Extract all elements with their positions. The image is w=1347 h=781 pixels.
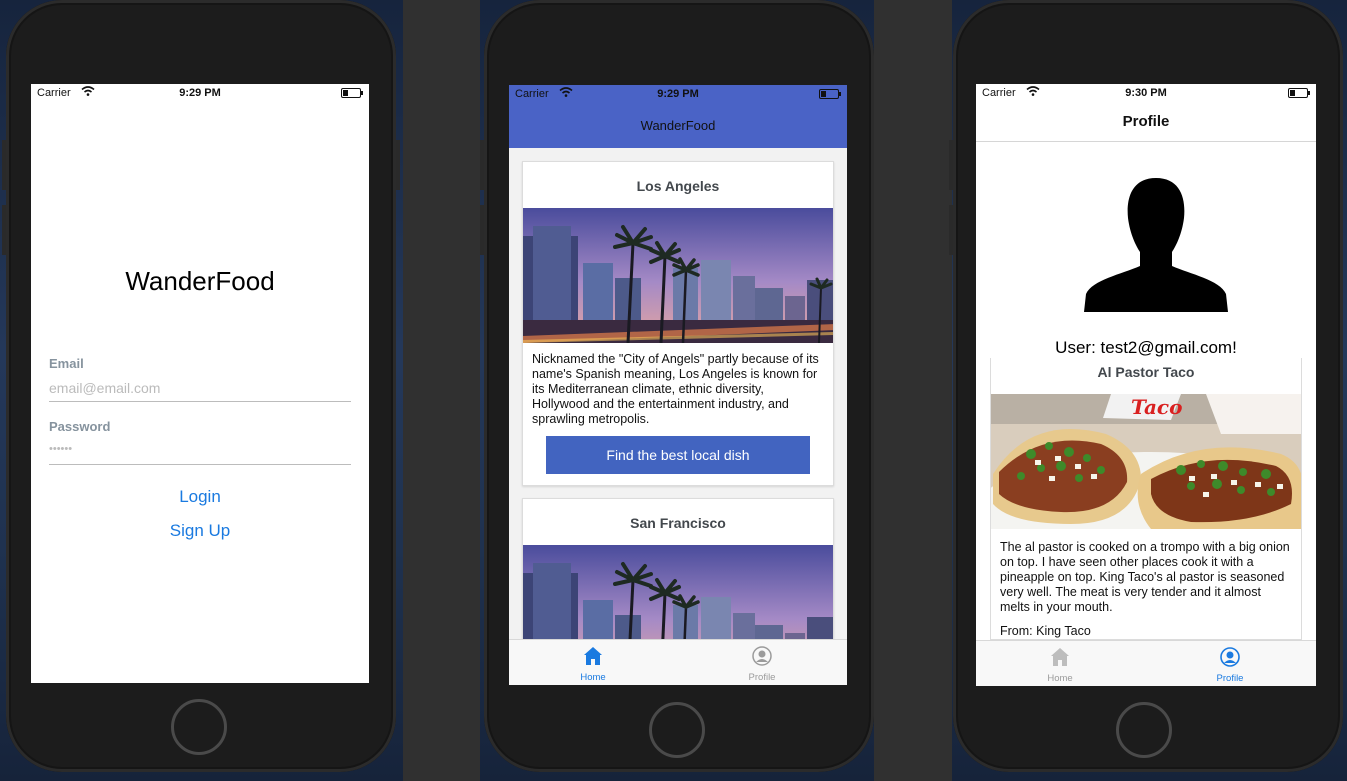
status-time: 9:30 PM [1125,87,1167,99]
card-description: Nicknamed the "City of Angels" partly be… [532,352,819,426]
volume-button [2,205,6,255]
battery-icon [1288,88,1310,98]
login-screen: Carrier 9:29 PM WanderFood Email email@e… [31,84,369,683]
card-title: San Francisco [630,515,726,531]
simulator-gap-right [874,0,952,781]
tab-label: Profile [1216,673,1244,684]
password-field[interactable]: •••••• [49,437,351,465]
email-field[interactable]: email@email.com [49,374,351,402]
status-time: 9:29 PM [657,88,699,100]
dish-description: The al pastor is cooked on a trompo with… [1000,540,1290,614]
card-title: Los Angeles [636,178,720,194]
app-title: WanderFood [125,266,275,296]
home-icon [584,647,602,665]
profile-screen: Carrier 9:30 PM Profile User: test2@gmai… [976,84,1316,686]
volume-button [949,140,953,190]
sign-text: Taco [1131,395,1182,419]
battery-icon [341,88,363,98]
tab-label: Home [580,672,606,683]
find-local-dish-button[interactable]: Find the best local dish [546,436,810,474]
tab-home[interactable]: Home [1010,641,1110,686]
phone-home: Carrier 9:29 PM WanderFood Los Angeles N… [480,0,874,772]
tab-home[interactable]: Home [543,640,643,685]
profile-header: Carrier 9:30 PM Profile [976,84,1316,142]
dish-source: From: King Taco [1000,624,1091,638]
tab-bar: Home Profile [976,640,1316,686]
sign-up-button[interactable]: Sign Up [31,521,369,541]
tab-label: Home [1047,673,1073,684]
page-title: Profile [1122,113,1170,130]
tab-label: Profile [748,672,776,683]
volume-button [2,140,6,190]
volume-button [949,205,953,255]
navigation-bar: Carrier 9:29 PM WanderFood [509,85,847,148]
profile-icon [1220,647,1240,667]
city-skyline-image [523,208,833,343]
tab-profile[interactable]: Profile [1180,641,1280,686]
taco-image: Taco [991,394,1301,529]
nav-title: WanderFood [640,118,716,133]
battery-icon [819,89,841,99]
hardware-home-button[interactable] [171,699,227,755]
status-bar: Carrier 9:29 PM [31,84,369,102]
status-time: 9:29 PM [179,87,221,99]
user-email-line: User: test2@gmail.com! [1055,338,1237,357]
home-icon [1051,648,1069,666]
volume-button [480,140,484,190]
dish-card: Al Pastor Taco Taco The al pastor is coo… [990,358,1302,640]
power-button [396,140,400,190]
phone-login: Carrier 9:29 PM WanderFood Email email@e… [2,0,400,772]
dish-title: Al Pastor Taco [1097,364,1195,380]
login-button[interactable]: Login [31,487,369,507]
password-label: Password [49,419,111,434]
simulator-gap-left [403,0,480,781]
city-card: Los Angeles Nicknamed the "City of Angel… [522,161,834,486]
hardware-home-button[interactable] [1116,702,1172,758]
status-bar: Carrier 9:30 PM [976,84,1316,102]
tab-profile[interactable]: Profile [712,640,812,685]
profile-icon [752,646,772,666]
tab-bar: Home Profile [509,639,847,685]
avatar [1084,178,1228,312]
volume-button [480,205,484,255]
home-screen: Carrier 9:29 PM WanderFood Los Angeles N… [509,85,847,685]
email-label: Email [49,356,84,371]
city-card: San Francisco [522,498,834,659]
hardware-home-button[interactable] [649,702,705,758]
phone-profile: Carrier 9:30 PM Profile User: test2@gmai… [949,0,1343,772]
status-bar: Carrier 9:29 PM [509,85,847,103]
